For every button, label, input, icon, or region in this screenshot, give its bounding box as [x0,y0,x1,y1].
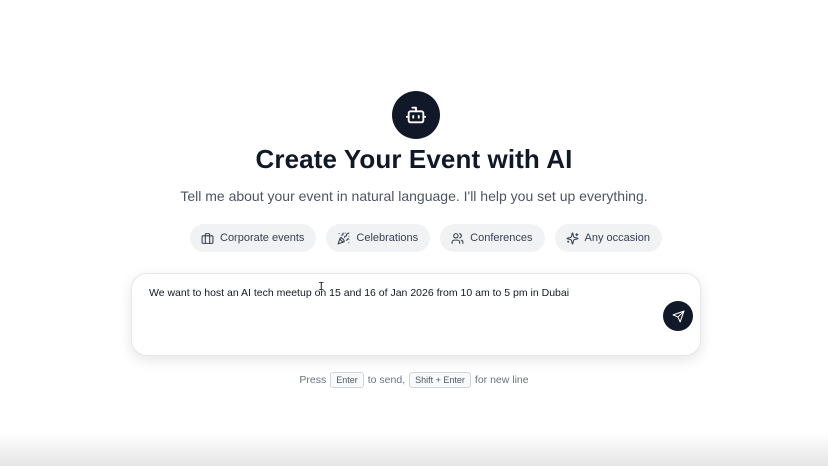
hint-to-send: to send, [367,374,406,386]
page-title: Create Your Event with AI [255,144,573,174]
chip-conferences[interactable]: Conferences [440,224,545,252]
chip-celebrations[interactable]: Celebrations [326,224,431,252]
chip-label: Any occasion [584,232,650,244]
page: Create Your Event with AI Tell me about … [0,0,828,466]
page-subtitle: Tell me about your event in natural lang… [180,188,648,204]
users-icon [451,232,464,244]
enter-key: Enter [330,372,364,388]
chip-label: Conferences [470,232,533,244]
send-button[interactable] [663,301,693,331]
briefcase-icon [201,232,214,244]
chip-label: Corporate events [220,232,305,244]
sparkles-icon [566,232,578,244]
party-popper-icon [337,232,350,244]
text-cursor-icon: I [318,280,325,293]
send-icon [672,310,684,322]
chip-any-occasion[interactable]: Any occasion [554,224,662,252]
hint-new-line: for new line [474,374,529,386]
event-prompt-box[interactable]: We want to host an AI tech meetup on 15 … [131,273,701,356]
bottom-fade [0,432,828,466]
event-prompt-input[interactable]: We want to host an AI tech meetup on 15 … [149,286,569,300]
category-chips: Corporate events Celebrations Conference… [190,224,662,252]
hint-press: Press [299,374,327,386]
bot-logo [392,91,440,139]
chip-label: Celebrations [356,232,419,244]
shift-enter-key: Shift + Enter [409,372,471,388]
bot-icon [405,106,427,124]
chip-corporate-events[interactable]: Corporate events [190,224,317,252]
keyboard-hint: Press Enter to send, Shift + Enter for n… [0,372,828,388]
